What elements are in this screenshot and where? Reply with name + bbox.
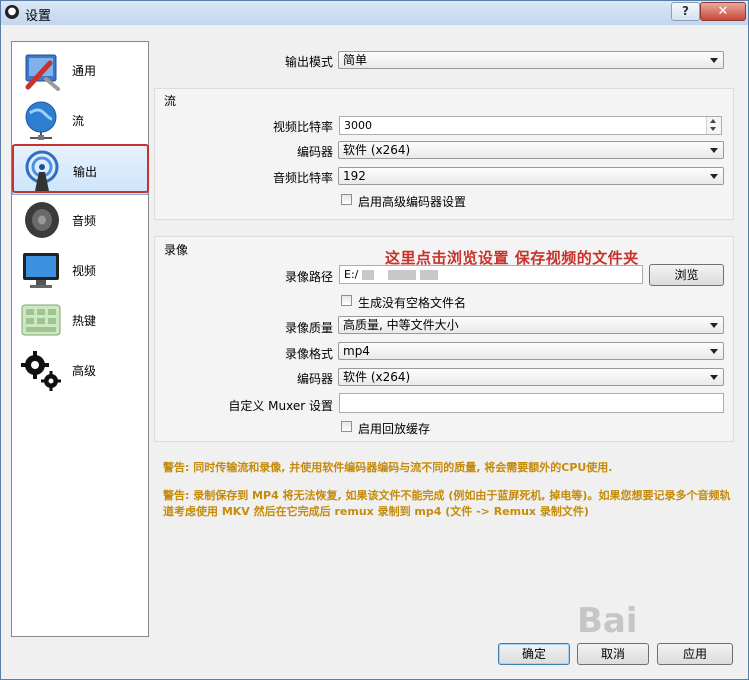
keyboard-grid-icon xyxy=(21,304,61,336)
globe-network-icon xyxy=(25,101,57,140)
window-title: 设置 xyxy=(25,9,52,24)
sidebar-item-label: 音频 xyxy=(72,214,97,228)
output-mode-label: 输出模式 xyxy=(284,55,333,69)
recording-quality-value: 高质量, 中等文件大小 xyxy=(343,318,459,332)
chevron-down-icon xyxy=(710,323,718,328)
monitor-icon xyxy=(23,253,59,288)
redacted-path xyxy=(388,270,416,280)
recording-path-value: E:/ xyxy=(344,268,359,281)
gears-icon xyxy=(21,351,61,391)
apply-button[interactable]: 应用 xyxy=(657,643,733,665)
cpu-usage-warning: 警告: 同时传输流和录像, 并使用软件编码器编码与流不同的质量, 将会需要额外的… xyxy=(163,461,613,474)
redacted-path xyxy=(420,270,438,280)
recording-path-label: 录像路径 xyxy=(284,270,333,284)
ok-button[interactable]: 确定 xyxy=(498,643,570,665)
stream-encoder-select[interactable]: 软件 (x264) xyxy=(338,141,724,159)
recording-format-select[interactable]: mp4 xyxy=(338,342,724,360)
stream-group-title: 流 xyxy=(164,94,177,108)
settings-sidebar: 通用 流 输出 音频 视频 热键 高级 xyxy=(11,41,149,637)
sidebar-item-hotkeys[interactable]: 热键 xyxy=(12,295,148,345)
audio-bitrate-value: 192 xyxy=(343,169,366,183)
chevron-down-icon xyxy=(710,349,718,354)
audio-bitrate-select[interactable]: 192 xyxy=(338,167,724,185)
video-bitrate-spinbox[interactable]: 3000 xyxy=(339,116,722,135)
no-space-filename-label: 生成没有空格文件名 xyxy=(358,296,467,310)
sidebar-item-stream[interactable]: 流 xyxy=(12,95,148,145)
recording-format-label: 录像格式 xyxy=(284,347,333,361)
baidu-watermark: Bai xyxy=(577,601,638,641)
video-bitrate-label: 视频比特率 xyxy=(272,120,333,134)
recording-group-title: 录像 xyxy=(164,243,189,257)
obs-app-icon: ● xyxy=(5,5,19,19)
recording-encoder-label: 编码器 xyxy=(296,372,333,386)
cancel-button[interactable]: 取消 xyxy=(577,643,649,665)
replay-buffer-checkbox[interactable] xyxy=(341,421,352,432)
title-bar[interactable]: ● 设置 ? ✕ xyxy=(1,1,748,25)
advanced-encoder-label: 启用高级编码器设置 xyxy=(358,195,467,209)
settings-window: ● 设置 ? ✕ 通用 流 输出 音频 视频 热键 高级 输出模式 简单 流 视… xyxy=(0,0,749,680)
output-mode-select[interactable]: 简单 xyxy=(338,51,724,69)
audio-bitrate-label: 音频比特率 xyxy=(272,171,333,185)
help-button[interactable]: ? xyxy=(671,2,700,21)
recording-quality-label: 录像质量 xyxy=(284,321,333,335)
selection-annotation-box xyxy=(12,144,149,193)
recording-encoder-value: 软件 (x264) xyxy=(343,370,411,384)
recording-path-input[interactable]: E:/ xyxy=(339,265,643,284)
chevron-down-icon xyxy=(710,58,718,63)
sidebar-item-video[interactable]: 视频 xyxy=(12,245,148,295)
recording-encoder-select[interactable]: 软件 (x264) xyxy=(338,368,724,386)
close-button[interactable]: ✕ xyxy=(700,2,746,21)
sidebar-item-label: 视频 xyxy=(72,264,97,278)
advanced-encoder-checkbox[interactable] xyxy=(341,194,352,205)
output-mode-value: 简单 xyxy=(343,53,368,67)
sidebar-item-audio[interactable]: 音频 xyxy=(12,195,148,245)
mp4-recovery-warning: 警告: 录制保存到 MP4 将无法恢复, 如果该文件不能完成 (例如由于蓝屏死机… xyxy=(163,489,731,518)
replay-buffer-label: 启用回放缓存 xyxy=(358,422,431,436)
sidebar-item-label: 热键 xyxy=(72,314,97,328)
spin-arrows-icon[interactable] xyxy=(706,117,721,134)
muxer-settings-label: 自定义 Muxer 设置 xyxy=(228,399,333,413)
wrench-screwdriver-icon xyxy=(25,54,60,91)
stream-encoder-label: 编码器 xyxy=(296,145,333,159)
sidebar-item-label: 高级 xyxy=(72,364,97,378)
browse-button[interactable]: 浏览 xyxy=(649,264,724,286)
stream-encoder-value: 软件 (x264) xyxy=(343,143,411,157)
sidebar-item-advanced[interactable]: 高级 xyxy=(12,345,148,395)
sidebar-item-label: 流 xyxy=(72,114,85,128)
video-bitrate-value: 3000 xyxy=(344,119,372,132)
chevron-down-icon xyxy=(710,174,718,179)
chevron-down-icon xyxy=(710,148,718,153)
recording-format-value: mp4 xyxy=(343,344,370,358)
redacted-path xyxy=(362,270,374,280)
no-space-filename-checkbox[interactable] xyxy=(341,295,352,306)
chevron-down-icon xyxy=(710,375,718,380)
sidebar-item-label: 通用 xyxy=(72,64,97,78)
muxer-settings-input[interactable] xyxy=(339,393,724,413)
speaker-icon xyxy=(25,202,59,238)
sidebar-item-general[interactable]: 通用 xyxy=(12,45,148,95)
recording-quality-select[interactable]: 高质量, 中等文件大小 xyxy=(338,316,724,334)
